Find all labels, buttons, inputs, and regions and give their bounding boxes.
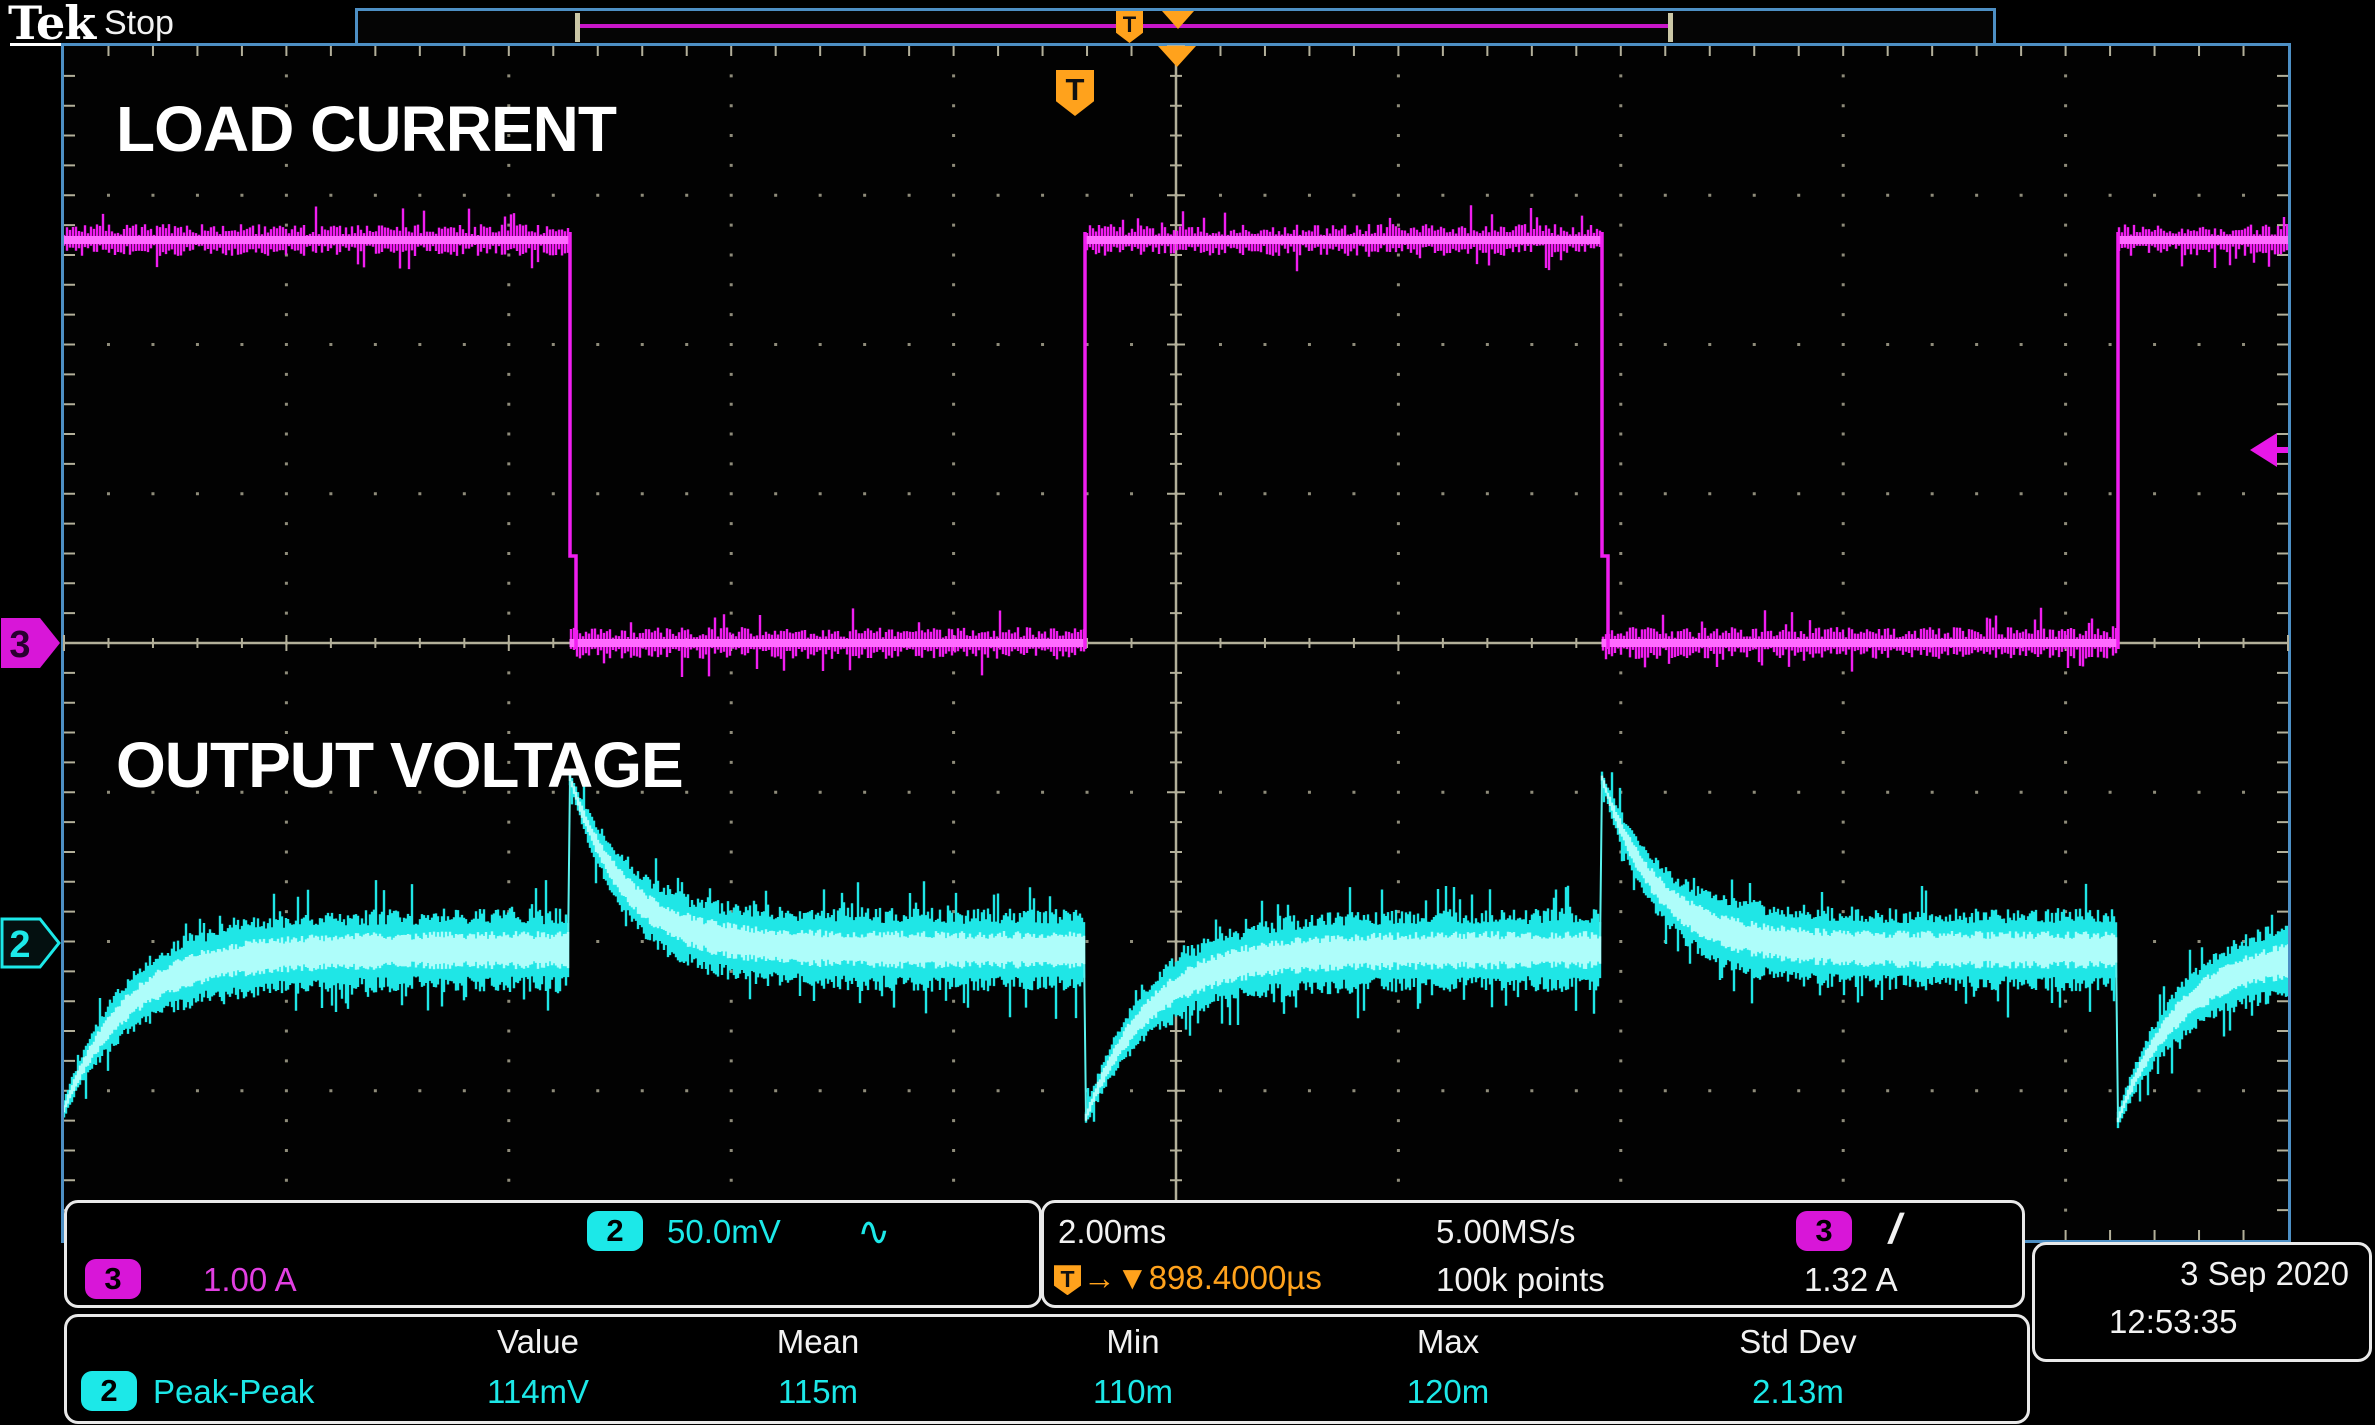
- output-voltage-label: OUTPUT VOLTAGE: [116, 728, 683, 802]
- trigger-delay-readout[interactable]: T→▼898.4000µs: [1054, 1259, 1322, 1297]
- trigger-arrow-icon: →: [1083, 1259, 1116, 1296]
- date-readout: 3 Sep 2020: [2180, 1255, 2349, 1293]
- channel2-scale[interactable]: 50.0mV: [667, 1213, 781, 1251]
- channel2-marker-label: 2: [9, 924, 30, 966]
- record-length-readout: 100k points: [1436, 1261, 1605, 1299]
- meas-max: 120m: [1328, 1373, 1568, 1411]
- channel3-badge[interactable]: 3: [85, 1259, 141, 1299]
- meas-min: 110m: [1013, 1373, 1253, 1411]
- load-current-label: LOAD CURRENT: [116, 92, 616, 166]
- trigger-level-arrow-stem: [2276, 447, 2288, 453]
- trigger-level-readout[interactable]: 1.32 A: [1804, 1261, 1898, 1299]
- timebase-readout[interactable]: 2.00ms: [1058, 1213, 1166, 1251]
- channel3-marker-label: 3: [9, 624, 30, 666]
- channel3-scale[interactable]: 1.00 A: [203, 1261, 297, 1299]
- channel-readout-box[interactable]: 2 50.0mV ∿ 3 1.00 A: [64, 1200, 1042, 1308]
- measurement-box[interactable]: Value Mean Min Max Std Dev 2 Peak-Peak 1…: [64, 1314, 2030, 1424]
- ac-coupling-icon: ∿: [857, 1209, 891, 1255]
- trigger-tri-icon: ▼: [1116, 1259, 1149, 1296]
- meas-header-mean: Mean: [698, 1323, 938, 1361]
- channel3-ground-marker[interactable]: 3: [0, 617, 62, 669]
- meas-header-min: Min: [1013, 1323, 1253, 1361]
- channel2-badge[interactable]: 2: [587, 1211, 643, 1251]
- trigger-position-triangle-icon[interactable]: [1158, 46, 1196, 67]
- meas-stddev: 2.13m: [1678, 1373, 1918, 1411]
- meas-mean: 115m: [698, 1373, 938, 1411]
- meas-header-value: Value: [418, 1323, 658, 1361]
- meas-header-stddev: Std Dev: [1678, 1323, 1918, 1361]
- trigger-delay-value: 898.4000µs: [1149, 1259, 1322, 1296]
- trigger-source-badge[interactable]: 3: [1796, 1211, 1852, 1251]
- trigger-t-icon: T: [1054, 1265, 1081, 1295]
- meas-row-name[interactable]: Peak-Peak: [153, 1373, 314, 1411]
- trigger-slope-icon: /: [1885, 1205, 1907, 1253]
- trigger-level-arrow-icon[interactable]: [2250, 433, 2277, 467]
- time-readout: 12:53:35: [2109, 1303, 2237, 1341]
- meas-header-max: Max: [1328, 1323, 1568, 1361]
- channel2-ground-marker[interactable]: 2: [0, 917, 62, 969]
- sample-rate-readout: 5.00MS/s: [1436, 1213, 1575, 1251]
- oscilloscope-screen: Tek Stop T LOAD CURRENT OUTPUT VOLTAGE T…: [0, 0, 2375, 1425]
- horizontal-trigger-box[interactable]: 2.00ms 5.00MS/s 3 / T→▼898.4000µs 100k p…: [1041, 1200, 2025, 1308]
- meas-row-badge: 2: [81, 1371, 137, 1411]
- datetime-box: 3 Sep 2020 12:53:35: [2032, 1242, 2372, 1362]
- meas-value: 114mV: [418, 1373, 658, 1411]
